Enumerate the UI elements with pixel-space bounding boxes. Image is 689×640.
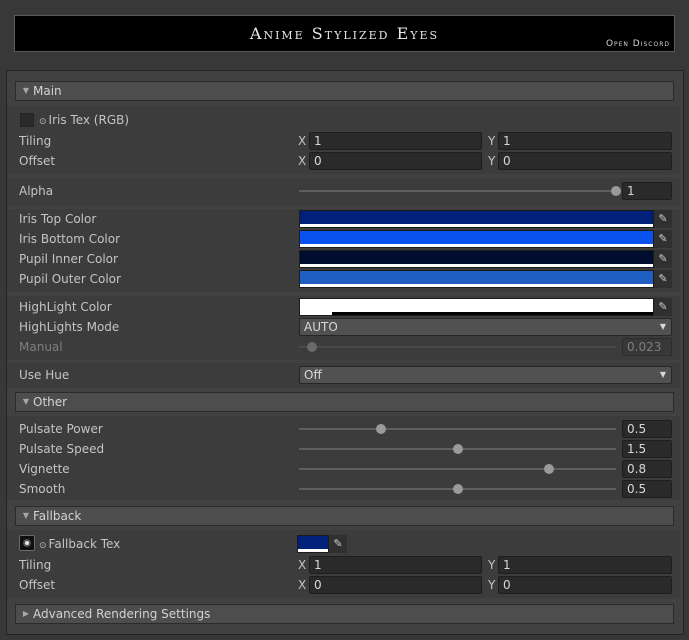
offset-label: Offset: [19, 154, 56, 168]
highlights-mode-label: HighLights Mode: [19, 320, 120, 334]
chevron-down-icon: ▼: [659, 322, 666, 331]
target-dot-icon[interactable]: ⊙: [39, 113, 47, 131]
section-main-header[interactable]: ▼ Main: [15, 81, 674, 101]
eyedropper-icon[interactable]: ✎: [329, 535, 347, 553]
alpha-slider-thumb[interactable]: [611, 186, 621, 196]
fallback-offset-label: Offset: [19, 578, 56, 592]
fallback-tex-thumbnail[interactable]: [19, 535, 35, 551]
fallback-tex-field[interactable]: ⊙ Fallback Tex: [39, 535, 120, 553]
pulsate-power-slider-track[interactable]: [299, 428, 616, 430]
manual-label: Manual: [19, 340, 63, 354]
offset-y-input[interactable]: 0: [498, 152, 672, 170]
offset-x-axis: X: [298, 154, 307, 168]
pulsate-power-label: Pulsate Power: [19, 422, 103, 436]
alpha-slider-track[interactable]: [299, 190, 616, 192]
tiling-label: Tiling: [19, 134, 52, 148]
vignette-slider-track[interactable]: [299, 468, 616, 470]
fallback-tiling-label: Tiling: [19, 558, 52, 572]
pupil-outer-color-swatch[interactable]: [299, 270, 654, 288]
highlight-color-label: HighLight Color: [19, 300, 112, 314]
tiling-x-input[interactable]: 1: [309, 132, 482, 150]
eyedropper-icon[interactable]: ✎: [654, 298, 672, 316]
chevron-down-icon: ▼: [659, 370, 666, 379]
triangle-down-icon: ▼: [22, 397, 30, 406]
pupil-inner-color-swatch[interactable]: [299, 250, 654, 268]
fallback-tiling-x-axis: X: [298, 558, 307, 572]
manual-slider-thumb: [307, 342, 317, 352]
iris-top-color-swatch[interactable]: [299, 210, 654, 228]
section-fallback-header[interactable]: ▼ Fallback: [15, 506, 674, 526]
smooth-label: Smooth: [19, 482, 66, 496]
use-hue-dropdown[interactable]: Off ▼: [299, 366, 672, 384]
vignette-input[interactable]: 0.8: [622, 460, 672, 478]
highlights-mode-value: AUTO: [304, 320, 338, 334]
eyedropper-icon[interactable]: ✎: [654, 270, 672, 288]
iris-tex-slot[interactable]: [20, 113, 34, 127]
tiling-y-input[interactable]: 1: [498, 132, 672, 150]
vignette-label: Vignette: [19, 462, 70, 476]
target-dot-icon[interactable]: ⊙: [39, 537, 47, 555]
fallback-tiling-y-axis: Y: [488, 558, 496, 572]
triangle-right-icon: ▶: [22, 609, 30, 618]
fallback-tiling-x-input[interactable]: 1: [309, 556, 482, 574]
section-advanced-header[interactable]: ▶ Advanced Rendering Settings: [15, 604, 674, 624]
pupil-inner-color-label: Pupil Inner Color: [19, 252, 118, 266]
eyedropper-icon[interactable]: ✎: [654, 210, 672, 228]
iris-tex-label: Iris Tex (RGB): [48, 113, 130, 127]
manual-slider-track: [299, 346, 616, 348]
eyedropper-icon[interactable]: ✎: [654, 250, 672, 268]
header-banner: Anime Stylized Eyes Open Discord: [14, 15, 675, 52]
triangle-down-icon: ▼: [22, 86, 30, 95]
highlight-color-swatch[interactable]: [299, 298, 654, 316]
fallback-tex-label: Fallback Tex: [48, 537, 121, 551]
fallback-tiling-y-input[interactable]: 1: [498, 556, 672, 574]
vignette-slider-thumb[interactable]: [544, 464, 554, 474]
highlights-mode-dropdown[interactable]: AUTO ▼: [299, 318, 672, 336]
use-hue-value: Off: [304, 368, 322, 382]
pulsate-power-input[interactable]: 0.5: [622, 420, 672, 438]
smooth-slider-thumb[interactable]: [452, 484, 463, 494]
use-hue-label: Use Hue: [19, 368, 70, 382]
shader-title: Anime Stylized Eyes: [249, 24, 440, 43]
eyedropper-icon[interactable]: ✎: [654, 230, 672, 248]
smooth-input[interactable]: 0.5: [622, 480, 672, 498]
tiling-x-axis: X: [298, 134, 307, 148]
iris-bottom-color-label: Iris Bottom Color: [19, 232, 121, 246]
fallback-offset-y-axis: Y: [488, 578, 496, 592]
tiling-y-axis: Y: [488, 134, 496, 148]
section-other-header[interactable]: ▼ Other: [15, 392, 674, 412]
fallback-offset-y-input[interactable]: 0: [498, 576, 672, 594]
alpha-value-input[interactable]: 1: [622, 182, 672, 200]
open-discord-link[interactable]: Open Discord: [606, 39, 670, 49]
fallback-offset-x-axis: X: [298, 578, 307, 592]
alpha-label: Alpha: [19, 184, 54, 198]
offset-y-axis: Y: [488, 154, 496, 168]
pulsate-speed-slider-thumb[interactable]: [452, 444, 463, 454]
pulsate-speed-input[interactable]: 1.5: [622, 440, 672, 458]
triangle-down-icon: ▼: [22, 511, 30, 520]
iris-tex-field[interactable]: ⊙ Iris Tex (RGB): [39, 111, 129, 129]
iris-bottom-color-swatch[interactable]: [299, 230, 654, 248]
iris-top-color-label: Iris Top Color: [19, 212, 97, 226]
pupil-outer-color-label: Pupil Outer Color: [19, 272, 121, 286]
fallback-tex-color-swatch[interactable]: [297, 535, 329, 553]
manual-value-input: 0.023: [622, 338, 672, 356]
alpha-band: [7, 178, 680, 206]
pulsate-speed-label: Pulsate Speed: [19, 442, 105, 456]
fallback-offset-x-input[interactable]: 0: [309, 576, 482, 594]
offset-x-input[interactable]: 0: [309, 152, 482, 170]
